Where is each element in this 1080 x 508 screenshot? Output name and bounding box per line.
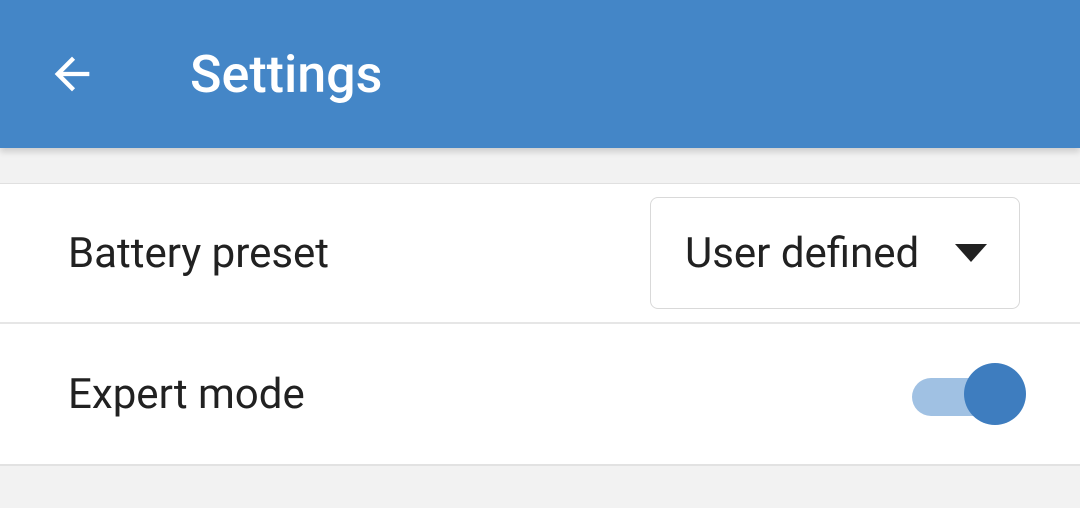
appbar: Settings [0,0,1080,148]
battery-preset-dropdown[interactable]: User defined [650,197,1020,309]
page-title: Settings [190,44,382,105]
battery-preset-value: User defined [685,229,919,278]
toggle-thumb [964,363,1026,425]
battery-preset-label: Battery preset [68,229,329,278]
arrow-left-icon [46,48,98,100]
chevron-down-icon [955,244,987,262]
spacer [0,148,1080,184]
expert-mode-toggle[interactable] [912,362,1020,426]
bottom-spacer [0,464,1080,508]
back-button[interactable] [44,46,100,102]
content: Battery preset User defined Expert mode [0,148,1080,508]
row-expert-mode: Expert mode [0,324,1080,464]
row-battery-preset: Battery preset User defined [0,184,1080,324]
expert-mode-label: Expert mode [68,370,305,419]
